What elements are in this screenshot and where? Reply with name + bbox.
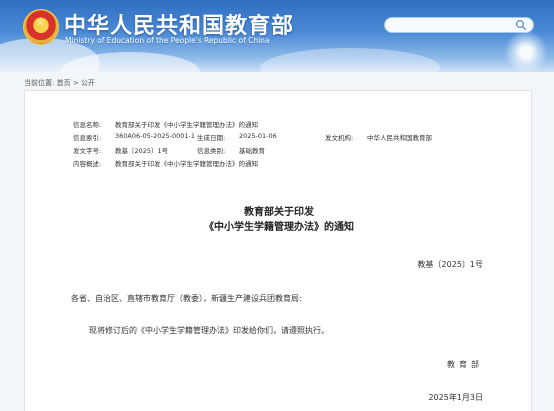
doc-number-value: 教基〔2025〕1号: [115, 147, 169, 155]
issuer-value: 中华人民共和国教育部: [367, 134, 432, 142]
document-card: 信息名称: 教育部关于印发《中小学生学籍管理办法》的通知 信息索引: 360A0…: [24, 90, 532, 411]
info-index-value: 360A06-05-2025-0001-1: [115, 132, 195, 140]
national-emblem-icon[interactable]: ★: [23, 9, 59, 45]
document-signatory: 教育部: [447, 360, 483, 369]
summary-value: 教育部关于印发《中小学生学籍管理办法》的通知: [115, 160, 258, 168]
breadcrumb-home-link[interactable]: 首页: [57, 79, 71, 87]
document-number: 教基〔2025〕1号: [417, 260, 483, 269]
breadcrumb-separator: >: [72, 79, 79, 87]
created-date-label: 生成日期:: [197, 134, 226, 142]
document-date: 2025年1月3日: [428, 393, 483, 402]
created-date-value: 2025-01-06: [239, 132, 277, 140]
breadcrumb: 当前位置: 首页 > 公开: [24, 78, 95, 88]
document-body: 现将修订后的《中小学生学籍管理办法》印发给你们，请遵照执行。: [89, 326, 329, 335]
document-salutation: 各省、自治区、直辖市教育厅（教委），新疆生产建设兵团教育局:: [71, 294, 302, 303]
search-box[interactable]: [384, 17, 534, 33]
document-metadata: 信息名称: 教育部关于印发《中小学生学籍管理办法》的通知 信息索引: 360A0…: [73, 119, 493, 171]
search-input[interactable]: [393, 19, 511, 31]
category-label: 信息类别:: [197, 147, 226, 155]
meta-row-summary: 内容概述: 教育部关于印发《中小学生学籍管理办法》的通知: [73, 158, 493, 171]
site-subtitle: Ministry of Education of the People's Re…: [65, 36, 270, 45]
category-value: 基础教育: [239, 147, 265, 155]
info-name-label: 信息名称:: [73, 121, 102, 129]
doc-number-label: 发文字号:: [73, 147, 102, 155]
site-header: ★ 中华人民共和国教育部 Ministry of Education of th…: [0, 0, 554, 72]
info-name-value: 教育部关于印发《中小学生学籍管理办法》的通知: [115, 121, 258, 129]
cloud-decoration: [260, 48, 440, 72]
info-index-label: 信息索引:: [73, 134, 102, 142]
issuer-label: 发文机构:: [325, 134, 354, 142]
meta-row-info-name: 信息名称: 教育部关于印发《中小学生学籍管理办法》的通知: [73, 119, 493, 132]
document-title-line2: 《中小学生学籍管理办法》的通知: [204, 222, 354, 233]
meta-row-index: 信息索引: 360A06-05-2025-0001-1 生成日期: 2025-0…: [73, 132, 493, 145]
dandelion-decoration: [504, 30, 548, 72]
meta-row-doc-number: 发文字号: 教基〔2025〕1号 信息类别: 基础教育: [73, 145, 493, 158]
breadcrumb-section-link[interactable]: 公开: [81, 79, 95, 87]
summary-label: 内容概述:: [73, 160, 102, 168]
document-title-line1: 教育部关于印发: [244, 207, 314, 218]
breadcrumb-prefix: 当前位置:: [24, 79, 55, 87]
